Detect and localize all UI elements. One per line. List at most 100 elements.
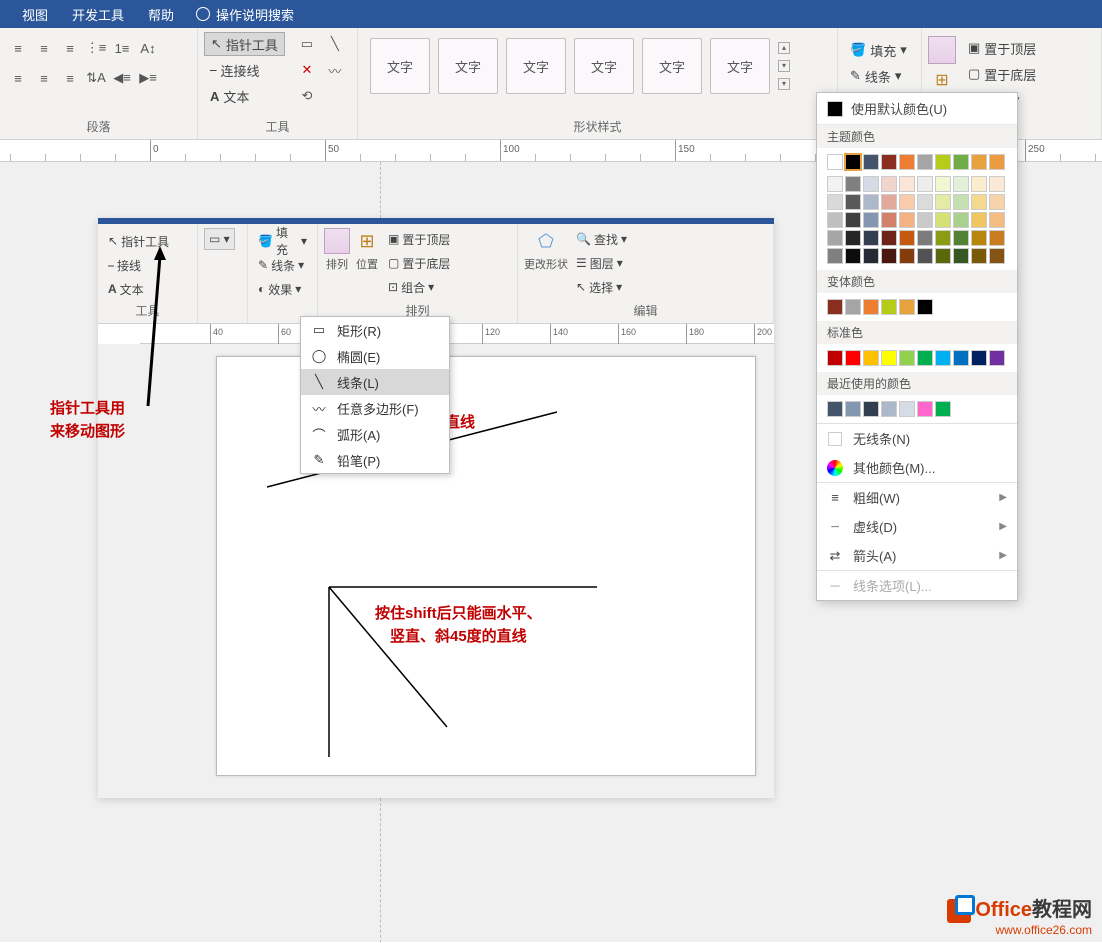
style-item[interactable]: 文字 <box>710 38 770 94</box>
color-swatch[interactable] <box>881 154 897 170</box>
color-swatch[interactable] <box>827 230 843 246</box>
bullets-icon[interactable]: ⋮≡ <box>84 36 108 60</box>
color-swatch[interactable] <box>881 248 897 264</box>
color-swatch[interactable] <box>881 212 897 228</box>
font-size-icon[interactable]: A↕ <box>136 36 160 60</box>
line-weight-button[interactable]: ≡ 粗细(W)▶ <box>817 483 1017 512</box>
embed-effect-button[interactable]: ◐效果▾ <box>254 278 305 300</box>
color-swatch[interactable] <box>899 401 915 417</box>
color-swatch[interactable] <box>863 299 879 315</box>
color-swatch[interactable] <box>971 350 987 366</box>
color-swatch[interactable] <box>881 401 897 417</box>
color-swatch[interactable] <box>827 154 843 170</box>
no-line-button[interactable]: 无线条(N) <box>817 424 1017 453</box>
color-swatch[interactable] <box>827 350 843 366</box>
color-swatch[interactable] <box>863 350 879 366</box>
align-bottom-icon[interactable]: ≡ <box>58 66 82 90</box>
embed-bring-front[interactable]: ▣置于顶层 <box>384 228 454 250</box>
rectangle-tool-icon[interactable]: ▭ <box>295 32 319 56</box>
style-item[interactable]: 文字 <box>506 38 566 94</box>
embed-shape-dropdown[interactable]: ▭ ▾ <box>204 228 235 250</box>
tell-me-search[interactable]: 操作说明搜索 <box>196 5 294 24</box>
color-swatch[interactable] <box>845 176 861 192</box>
style-item[interactable]: 文字 <box>574 38 634 94</box>
embed-line-button[interactable]: ✎线条▾ <box>254 254 308 276</box>
color-swatch[interactable] <box>971 248 987 264</box>
color-swatch[interactable] <box>953 194 969 210</box>
color-swatch[interactable] <box>881 176 897 192</box>
color-swatch[interactable] <box>899 194 915 210</box>
color-swatch[interactable] <box>935 176 951 192</box>
color-swatch[interactable] <box>935 212 951 228</box>
color-swatch[interactable] <box>899 248 915 264</box>
color-swatch[interactable] <box>881 194 897 210</box>
color-swatch[interactable] <box>935 350 951 366</box>
change-shape-icon[interactable]: ⟲ <box>295 84 319 108</box>
color-swatch[interactable] <box>845 299 861 315</box>
text-direction-icon[interactable]: ⇅A <box>84 66 108 90</box>
embed-send-back[interactable]: ▢置于底层 <box>384 252 454 274</box>
embed-layer-button[interactable]: ☰图层▾ <box>572 252 631 274</box>
color-swatch[interactable] <box>953 212 969 228</box>
color-swatch[interactable] <box>917 350 933 366</box>
color-swatch[interactable] <box>845 194 861 210</box>
embed-select-button[interactable]: ↖选择▾ <box>572 276 631 298</box>
embed-change-shape-icon[interactable]: ⬠ <box>531 228 561 254</box>
color-swatch[interactable] <box>845 350 861 366</box>
color-swatch[interactable] <box>953 176 969 192</box>
color-swatch[interactable] <box>971 154 987 170</box>
color-swatch[interactable] <box>935 154 951 170</box>
line-options-button[interactable]: ─ 线条选项(L)... <box>817 571 1017 600</box>
connector-tool-button[interactable]: ⎯ 连接线 <box>204 58 285 82</box>
color-swatch[interactable] <box>917 154 933 170</box>
style-item[interactable]: 文字 <box>438 38 498 94</box>
color-swatch[interactable] <box>935 230 951 246</box>
embed-position-icon[interactable]: ⊞ <box>354 228 380 254</box>
color-swatch[interactable] <box>827 176 843 192</box>
align-left-icon[interactable]: ≡ <box>6 36 30 60</box>
color-swatch[interactable] <box>989 350 1005 366</box>
embed-find-button[interactable]: 🔍查找▾ <box>572 228 631 250</box>
numbering-icon[interactable]: 1≡ <box>110 36 134 60</box>
arrange-big-icon[interactable] <box>928 36 956 64</box>
color-swatch[interactable] <box>917 401 933 417</box>
menu-item-line[interactable]: ╲线条(L) <box>301 369 449 395</box>
color-swatch[interactable] <box>953 350 969 366</box>
menu-help[interactable]: 帮助 <box>136 5 186 24</box>
position-big-icon[interactable]: ⊞ <box>928 66 956 94</box>
color-swatch[interactable] <box>863 401 879 417</box>
line-tool-icon[interactable]: ╲ <box>323 32 347 56</box>
color-swatch[interactable] <box>899 299 915 315</box>
menu-view[interactable]: 视图 <box>10 5 60 24</box>
text-tool-button[interactable]: A 文本 <box>204 84 285 108</box>
align-right-icon[interactable]: ≡ <box>58 36 82 60</box>
line-button[interactable]: ✎ 线条▾ <box>844 64 907 88</box>
gallery-more-icon[interactable]: ▾ <box>778 78 790 90</box>
color-swatch[interactable] <box>881 299 897 315</box>
color-swatch[interactable] <box>917 194 933 210</box>
bring-to-front-button[interactable]: ▣置于顶层 <box>962 36 1042 60</box>
color-swatch[interactable] <box>845 401 861 417</box>
color-swatch[interactable] <box>989 176 1005 192</box>
delete-icon[interactable]: ✕ <box>295 58 319 82</box>
menu-item-freeform[interactable]: 〰任意多边形(F) <box>301 395 449 421</box>
color-swatch[interactable] <box>917 230 933 246</box>
line-arrow-button[interactable]: ⇄ 箭头(A)▶ <box>817 541 1017 570</box>
color-swatch[interactable] <box>827 401 843 417</box>
menu-item-pencil[interactable]: ✎铅笔(P) <box>301 447 449 473</box>
align-top-icon[interactable]: ≡ <box>6 66 30 90</box>
style-item[interactable]: 文字 <box>370 38 430 94</box>
gallery-down-icon[interactable]: ▾ <box>778 60 790 72</box>
color-swatch[interactable] <box>935 401 951 417</box>
color-swatch[interactable] <box>881 350 897 366</box>
color-swatch[interactable] <box>827 248 843 264</box>
line-dash-button[interactable]: ┈ 虚线(D)▶ <box>817 512 1017 541</box>
style-item[interactable]: 文字 <box>642 38 702 94</box>
color-swatch[interactable] <box>863 176 879 192</box>
color-swatch[interactable] <box>827 299 843 315</box>
color-swatch[interactable] <box>989 230 1005 246</box>
menu-item-ellipse[interactable]: ◯椭圆(E) <box>301 343 449 369</box>
color-swatch[interactable] <box>845 230 861 246</box>
align-middle-icon[interactable]: ≡ <box>32 66 56 90</box>
menu-item-rectangle[interactable]: ▭矩形(R) <box>301 317 449 343</box>
